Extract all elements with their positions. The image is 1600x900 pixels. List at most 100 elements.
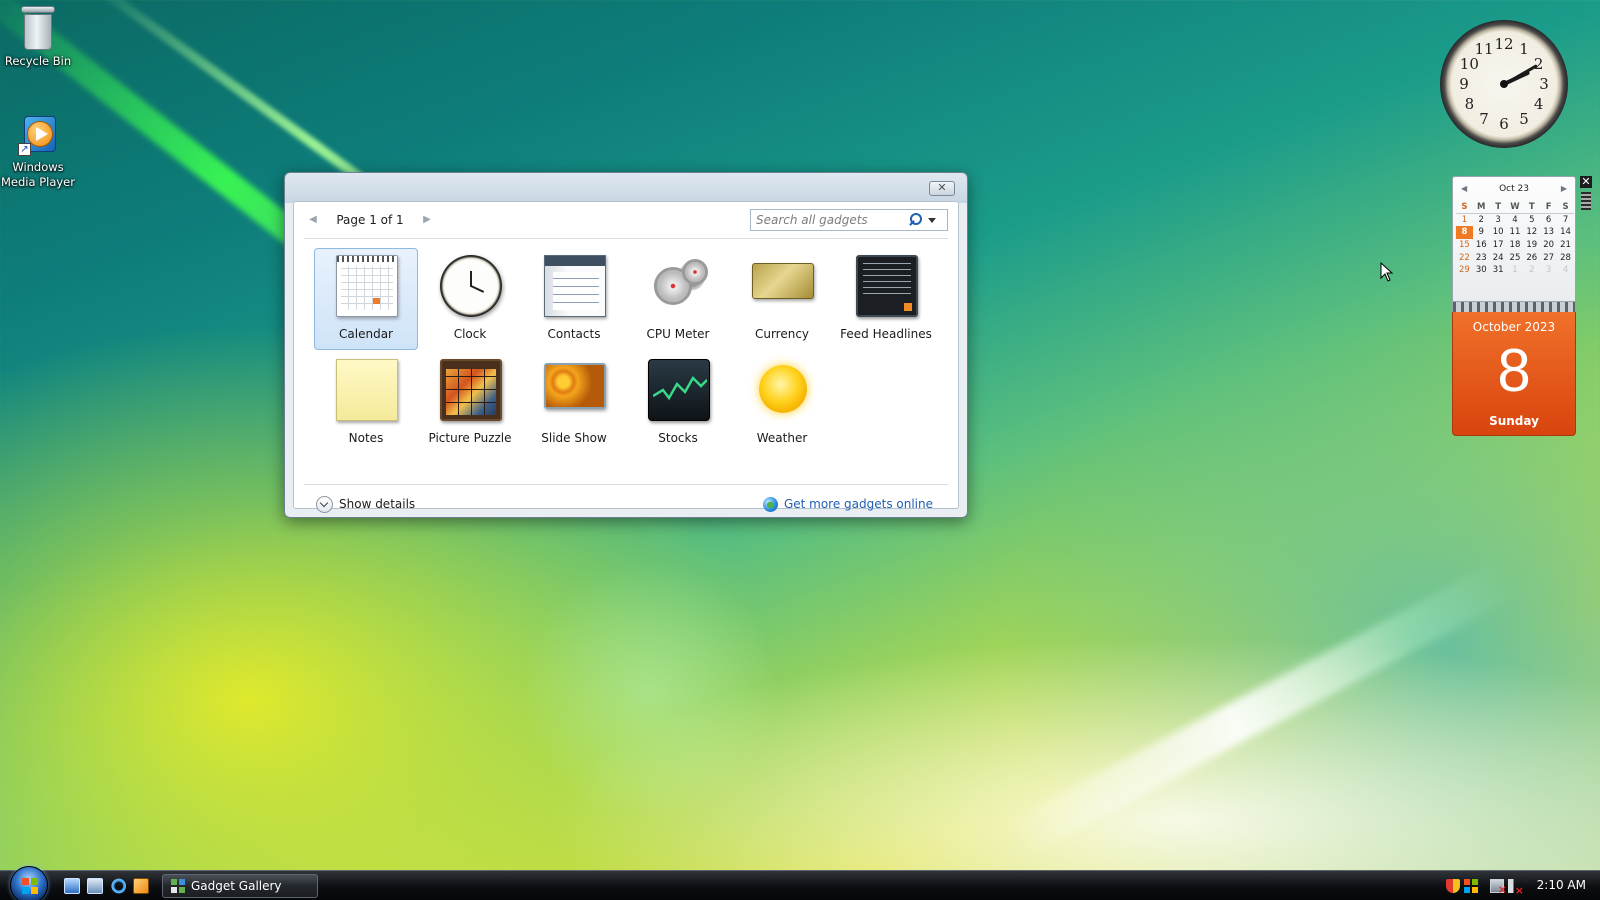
clock-numeral: 11 (1474, 40, 1494, 59)
window-title-bar[interactable]: ✕ (285, 173, 967, 201)
taskbar-button-gadget-gallery[interactable]: Gadget Gallery (162, 874, 318, 898)
drag-handle-icon[interactable] (1581, 192, 1591, 210)
calendar-day-cell[interactable]: 11 (1507, 226, 1524, 239)
gadget-tile-feed-headlines[interactable]: Feed Headlines (834, 248, 938, 350)
taskbar-button-label: Gadget Gallery (191, 879, 282, 893)
desktop-icon-recycle-bin[interactable]: Recycle Bin (0, 2, 77, 69)
calendar-day-cell[interactable]: 10 (1490, 226, 1507, 239)
calendar-day-cell[interactable]: 28 (1557, 251, 1574, 264)
next-month-icon[interactable]: ▶ (1561, 184, 1567, 193)
calendar-day-cell[interactable]: 13 (1540, 226, 1557, 239)
calendar-day-cell[interactable]: 2 (1473, 214, 1490, 227)
clock-numeral: 9 (1459, 75, 1469, 93)
gadget-tile-currency[interactable]: Currency (730, 248, 834, 350)
calendar-day-cell[interactable]: 24 (1490, 251, 1507, 264)
search-input[interactable] (751, 211, 907, 229)
search-icon[interactable] (907, 211, 925, 229)
taskbar-clock[interactable]: 2:10 AM (1537, 878, 1586, 892)
calendar-day-cell[interactable]: 2 (1523, 264, 1540, 277)
close-icon[interactable]: ✕ (1580, 176, 1592, 188)
gadget-tile-clock[interactable]: Clock (418, 248, 522, 350)
calendar-day-cell[interactable]: 18 (1507, 239, 1524, 252)
switch-windows-icon[interactable] (87, 878, 103, 894)
calendar-day-cell[interactable]: 6 (1540, 214, 1557, 227)
show-desktop-icon[interactable] (64, 878, 80, 894)
previous-page-button[interactable]: ◀ (304, 209, 322, 231)
calendar-day-view: October 2023 8 Sunday (1452, 312, 1576, 436)
show-details-label: Show details (339, 497, 416, 511)
calendar-day-cell[interactable]: 31 (1490, 264, 1507, 277)
wallpaper-glow (520, 560, 780, 820)
calendar-day-cell[interactable]: 17 (1490, 239, 1507, 252)
calendar-weekday-header: T (1489, 201, 1507, 215)
windows-security-icon[interactable] (1464, 879, 1478, 893)
calendar-day-cell[interactable]: 4 (1507, 214, 1524, 227)
gadget-gallery-window: ✕ ◀ Page 1 of 1 ▶ Calendar (284, 172, 968, 518)
chevron-down-icon[interactable] (925, 211, 939, 229)
gadget-label: Currency (754, 327, 810, 341)
calendar-day-cell[interactable]: 7 (1557, 214, 1574, 227)
calendar-day-cell[interactable]: 25 (1507, 251, 1524, 264)
taskbar: Gadget Gallery 2:10 AM (0, 866, 1600, 900)
volume-icon[interactable] (1508, 879, 1524, 897)
calendar-day-cell[interactable]: 20 (1540, 239, 1557, 252)
gadget-label: Contacts (547, 327, 601, 341)
calendar-gadget[interactable]: ◀ Oct 23 ▶ S M T W T F S 1 2 3 4 5 6 7 8 9 10 11 12 13 14 15 1… (1452, 176, 1576, 436)
recycle-bin-icon (21, 6, 55, 50)
gadget-tile-calendar[interactable]: Calendar (314, 248, 418, 350)
calendar-day-cell[interactable]: 27 (1540, 251, 1557, 264)
network-icon[interactable] (1490, 879, 1507, 896)
shield-icon[interactable] (1446, 879, 1460, 893)
get-more-gadgets-link[interactable]: Get more gadgets online (762, 494, 933, 514)
calendar-day-cell[interactable]: 14 (1557, 226, 1574, 239)
feed-headlines-gadget-icon (856, 255, 918, 317)
windows-media-player-quicklaunch-icon[interactable] (133, 878, 149, 894)
gadget-label: CPU Meter (646, 327, 710, 341)
clock-numeral: 6 (1499, 115, 1509, 133)
calendar-day-cell[interactable]: 22 (1456, 251, 1473, 264)
close-button[interactable]: ✕ (929, 181, 955, 196)
calendar-day-cell[interactable]: 30 (1473, 264, 1490, 277)
calendar-day-cell[interactable]: 9 (1473, 226, 1490, 239)
show-details-button[interactable]: Show details (316, 494, 415, 514)
search-box (750, 209, 948, 231)
calendar-day-cell[interactable]: 23 (1473, 251, 1490, 264)
calendar-day-cell[interactable]: 19 (1523, 239, 1540, 252)
calendar-day-cell[interactable]: 3 (1540, 264, 1557, 277)
gadget-label: Clock (453, 327, 487, 341)
calendar-day-cell[interactable]: 3 (1490, 214, 1507, 227)
start-button[interactable] (10, 866, 48, 900)
gadget-label: Weather (756, 431, 808, 445)
calendar-day-cell[interactable]: 12 (1523, 226, 1540, 239)
gadget-tile-picture-puzzle[interactable]: Picture Puzzle (418, 352, 522, 454)
calendar-day-number: 8 (1497, 337, 1531, 404)
gadget-tile-contacts[interactable]: Contacts (522, 248, 626, 350)
clock-numeral: 3 (1539, 75, 1549, 93)
calendar-day-cell[interactable]: 1 (1456, 214, 1473, 227)
calendar-day-cell[interactable]: 15 (1456, 239, 1473, 252)
calendar-day-cell[interactable]: 16 (1473, 239, 1490, 252)
clock-numeral: 5 (1519, 109, 1529, 128)
gadget-tile-stocks[interactable]: Stocks (626, 352, 730, 454)
calendar-grid: S M T W T F S 1 2 3 4 5 6 7 8 9 10 11 12 13 14 15 16 17 18 19 20 21… (1456, 201, 1574, 277)
calendar-day-cell[interactable]: 1 (1507, 264, 1524, 277)
next-page-button[interactable]: ▶ (418, 209, 436, 231)
windows-media-player-icon: ↗ (18, 116, 58, 156)
internet-explorer-icon[interactable] (110, 878, 126, 894)
clock-gadget[interactable]: 12 1 2 3 4 5 6 7 8 9 10 11 (1440, 20, 1568, 148)
gadget-label: Calendar (339, 327, 393, 341)
gadget-tile-weather[interactable]: Weather (730, 352, 834, 454)
calendar-day-cell[interactable]: 5 (1523, 214, 1540, 227)
desktop: Recycle Bin ↗ Windows Media Player ✕ ◀ P… (0, 0, 1600, 900)
desktop-icon-windows-media-player[interactable]: ↗ Windows Media Player (0, 116, 77, 190)
calendar-day-cell[interactable]: 21 (1557, 239, 1574, 252)
gadget-tile-slide-show[interactable]: Slide Show (522, 352, 626, 454)
globe-icon (762, 496, 778, 512)
calendar-day-cell[interactable]: 26 (1523, 251, 1540, 264)
gadget-tile-cpu-meter[interactable]: CPU Meter (626, 248, 730, 350)
calendar-day-cell[interactable]: 4 (1557, 264, 1574, 277)
gadget-tile-notes[interactable]: Notes (314, 352, 418, 454)
calendar-day-cell[interactable]: 8 (1456, 226, 1473, 239)
calendar-day-cell[interactable]: 29 (1456, 264, 1473, 277)
calendar-weekday-header: W (1506, 201, 1524, 215)
